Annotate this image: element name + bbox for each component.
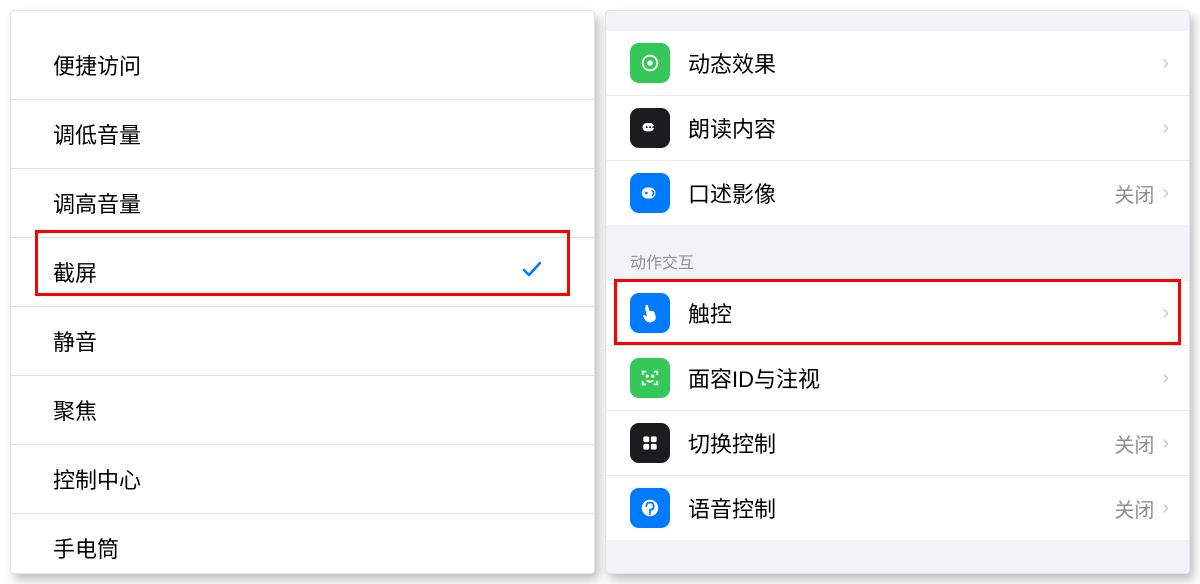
item-label: 调低音量 <box>53 118 141 150</box>
list-item[interactable]: 控制中心 <box>11 444 594 513</box>
chevron-right-icon: › <box>1162 117 1169 140</box>
switch-control-icon <box>630 423 670 463</box>
group-header-interaction: 动作交互 <box>606 225 1189 281</box>
list-item[interactable]: 聚焦 <box>11 375 594 444</box>
row-label: 语音控制 <box>688 492 1114 524</box>
list-item[interactable]: 手电筒 <box>11 513 594 574</box>
item-label: 聚焦 <box>53 394 97 426</box>
chevron-right-icon: › <box>1162 52 1169 75</box>
settings-row-voice-control[interactable]: 语音控制 关闭 › <box>606 475 1189 540</box>
settings-row-speak[interactable]: 朗读内容 › <box>606 95 1189 160</box>
list-item[interactable]: 调低音量 <box>11 99 594 168</box>
settings-row-switch-control[interactable]: 切换控制 关闭 › <box>606 410 1189 475</box>
row-label: 动态效果 <box>688 47 1162 79</box>
voice-control-icon <box>630 488 670 528</box>
motion-icon <box>630 43 670 83</box>
faceid-icon <box>630 358 670 398</box>
list-item[interactable]: 便捷访问 <box>11 31 594 99</box>
group-vision: 动态效果 › 朗读内容 › 口述影像 关闭 › <box>606 31 1189 225</box>
group-interaction: 触控 › 面容ID与注视 › 切换控制 关闭 › <box>606 281 1189 540</box>
chevron-right-icon: › <box>1162 367 1169 390</box>
item-label: 便捷访问 <box>53 49 141 81</box>
item-label: 调高音量 <box>53 187 141 219</box>
checkmark-icon <box>520 257 544 288</box>
item-label: 静音 <box>53 325 97 357</box>
settings-row-faceid[interactable]: 面容ID与注视 › <box>606 345 1189 410</box>
row-label: 朗读内容 <box>688 112 1162 144</box>
settings-row-described-video[interactable]: 口述影像 关闭 › <box>606 160 1189 225</box>
settings-row-touch[interactable]: 触控 › <box>606 281 1189 345</box>
left-panel: 便捷访问 调低音量 调高音量 截屏 静音 聚焦 控制中心 手电筒 <box>10 10 595 574</box>
touch-icon <box>630 293 670 333</box>
chevron-right-icon: › <box>1162 497 1169 520</box>
settings-row-motion[interactable]: 动态效果 › <box>606 31 1189 95</box>
row-value: 关闭 <box>1114 179 1154 208</box>
row-label: 口述影像 <box>688 177 1114 209</box>
list-item-screenshot[interactable]: 截屏 <box>11 237 594 306</box>
chevron-right-icon: › <box>1162 302 1169 325</box>
item-label: 控制中心 <box>53 463 141 495</box>
described-video-icon <box>630 173 670 213</box>
right-panel: 动态效果 › 朗读内容 › 口述影像 关闭 › 动作交互 <box>605 10 1190 574</box>
speak-icon <box>630 108 670 148</box>
row-label: 面容ID与注视 <box>688 362 1162 394</box>
item-label: 截屏 <box>53 256 97 288</box>
list-item[interactable]: 调高音量 <box>11 168 594 237</box>
row-label: 切换控制 <box>688 427 1114 459</box>
row-value: 关闭 <box>1114 429 1154 458</box>
chevron-right-icon: › <box>1162 432 1169 455</box>
chevron-right-icon: › <box>1162 182 1169 205</box>
list-item[interactable]: 静音 <box>11 306 594 375</box>
row-label: 触控 <box>688 297 1162 329</box>
row-value: 关闭 <box>1114 494 1154 523</box>
item-label: 手电筒 <box>53 532 119 564</box>
